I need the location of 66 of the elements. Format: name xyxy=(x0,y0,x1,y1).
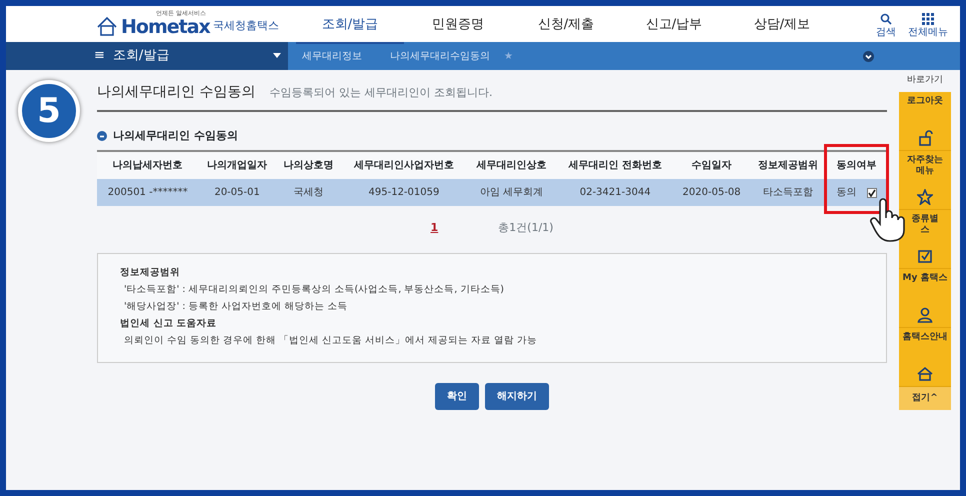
checkmark-icon xyxy=(868,188,876,196)
bullet-icon xyxy=(97,130,107,141)
table-cell: 타소득포함 xyxy=(749,179,826,206)
action-button[interactable]: 확인 xyxy=(435,382,479,410)
logo-subtitle: 국세청홈택스 xyxy=(212,18,279,34)
table-cell: 495-12-01059 xyxy=(341,179,467,206)
star-icon xyxy=(917,188,933,204)
action-button[interactable]: 해지하기 xyxy=(485,382,549,410)
table-cell: 02-3421-3044 xyxy=(556,179,674,206)
page-description: 수임등록되어 있는 세무대리인이 조회됩니다. xyxy=(269,85,492,101)
column-header: 세무대리인사업자번호 xyxy=(341,151,467,179)
column-header: 세무대리인상호 xyxy=(466,151,556,179)
table-cell: 아임 세무회계 xyxy=(466,179,556,206)
menu-icon[interactable]: ≡ xyxy=(94,46,105,66)
column-header: 나의납세자번호 xyxy=(97,151,198,179)
step-number-badge: 5 xyxy=(18,80,80,142)
quick-link[interactable]: 자주찾는 메뉴 xyxy=(899,150,951,210)
table-cell: 200501 -******* xyxy=(97,179,198,206)
grid-menu-icon xyxy=(922,12,934,24)
header-tool-button[interactable]: 검색 xyxy=(876,12,896,40)
note-heading: 법인세 신고 도움자료 xyxy=(119,316,218,330)
section-heading: 나의세무대리인 수임동의 xyxy=(113,128,238,144)
column-header: 나의개업일자 xyxy=(198,151,276,179)
quick-links-title: 바로가기 xyxy=(907,74,943,87)
quick-link[interactable]: 종류별 스 xyxy=(899,210,951,268)
menu-tab[interactable]: 신청/제출 xyxy=(512,8,620,44)
house-icon xyxy=(917,366,933,382)
header-tool-button[interactable]: 전체메뉴 xyxy=(908,12,948,40)
column-header: 정보제공범위 xyxy=(749,151,826,179)
search-icon xyxy=(880,12,892,24)
person-icon xyxy=(917,306,933,322)
logo-icon xyxy=(96,15,118,37)
table-row[interactable]: 200501 -******* 20-05-01 국세청 495-12-01059 아임 세무회계 02-3421-3044 2020-05-08 타소득포함 동의 xyxy=(97,179,887,206)
page-link[interactable]: 1 xyxy=(430,220,438,236)
column-header: 나의상호명 xyxy=(276,151,342,179)
logo-text[interactable]: Hometax xyxy=(121,17,210,37)
checkbox[interactable] xyxy=(867,188,877,198)
table-cell: 국세청 xyxy=(276,179,342,206)
page-title: 나의세무대리인 수임동의 xyxy=(97,84,256,101)
collapse-button[interactable]: 접기^ xyxy=(899,386,951,410)
quick-link[interactable]: 홈택스안내 xyxy=(899,328,951,386)
note-heading: 정보제공범위 xyxy=(119,266,181,280)
caret-icon xyxy=(273,53,282,59)
column-header: 수임일자 xyxy=(674,151,750,179)
result-count: 총1건(1/1) xyxy=(498,220,554,236)
column-header: 세무대리인 전화번호 xyxy=(556,151,674,179)
menu-tab[interactable]: 신고/납부 xyxy=(620,8,728,44)
quick-link[interactable]: 로그아웃 xyxy=(899,92,951,150)
table-cell: 2020-05-08 xyxy=(674,179,750,206)
checkbox-icon xyxy=(917,248,933,264)
note-item: 의뢰인이 수임 동의한 경우에 한해 「법인세 신고도움 서비스」에서 제공되는 자료 열람 가능 xyxy=(123,334,538,348)
note-item: '해당사업장' : 등록한 사업자번호에 해당하는 소득 xyxy=(123,300,349,314)
menu-tab[interactable]: 상담/제보 xyxy=(728,8,836,44)
table-cell: 20-05-01 xyxy=(198,179,276,206)
lock-icon xyxy=(917,130,933,146)
note-item: '타소득포함' : 세무대리의뢰인의 주민등록상의 소득(사업소득, 부동산소득, 기타소득) xyxy=(123,282,505,296)
quick-link[interactable]: My 홈택스 xyxy=(899,268,951,328)
section-title: 조회/발급 xyxy=(112,47,170,66)
breadcrumb-link[interactable]: 세무대리정보 xyxy=(288,48,376,64)
menu-tab[interactable]: 민원증명 xyxy=(404,8,512,44)
column-header: 동의여부 xyxy=(826,151,887,179)
hand-cursor-icon xyxy=(868,198,908,242)
breadcrumb-link[interactable]: 나의세무대리수임동의 xyxy=(376,48,504,64)
section-menu-bar[interactable]: ≡ 조회/발급 xyxy=(6,42,288,70)
expand-icon xyxy=(863,50,874,62)
table-cell-text: 동의 xyxy=(836,186,856,200)
